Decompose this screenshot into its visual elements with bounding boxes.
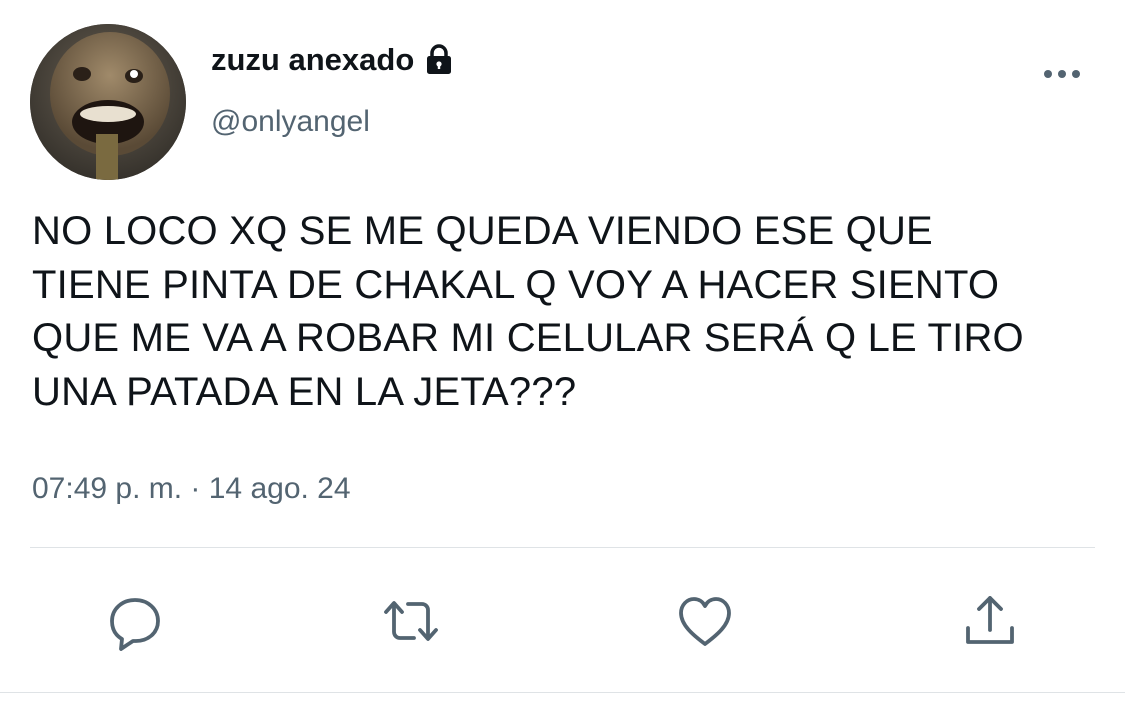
- share-button[interactable]: [960, 592, 1020, 652]
- display-name-text: zuzu anexado: [211, 42, 415, 77]
- speech-bubble-icon: [110, 598, 160, 651]
- display-name[interactable]: zuzu anexado: [211, 40, 456, 80]
- divider: [30, 547, 1095, 548]
- lock-icon: [422, 43, 456, 77]
- reply-button[interactable]: [105, 592, 165, 652]
- divider: [0, 692, 1125, 693]
- retweet-button[interactable]: [381, 592, 441, 652]
- user-handle[interactable]: @onlyangel: [211, 102, 370, 142]
- heart-icon: [679, 597, 731, 646]
- share-upload-icon: [966, 596, 1014, 644]
- retweet-arrows-icon: [384, 601, 438, 641]
- like-button[interactable]: [675, 592, 735, 652]
- avatar-image: [30, 24, 186, 180]
- tweet-text: NO LOCO XQ SE ME QUEDA VIENDO ESE QUE TI…: [32, 209, 1024, 414]
- avatar[interactable]: [30, 24, 186, 180]
- more-options-icon[interactable]: [1040, 62, 1084, 86]
- tweet-timestamp[interactable]: 07:49 p. m. · 14 ago. 24: [32, 469, 351, 509]
